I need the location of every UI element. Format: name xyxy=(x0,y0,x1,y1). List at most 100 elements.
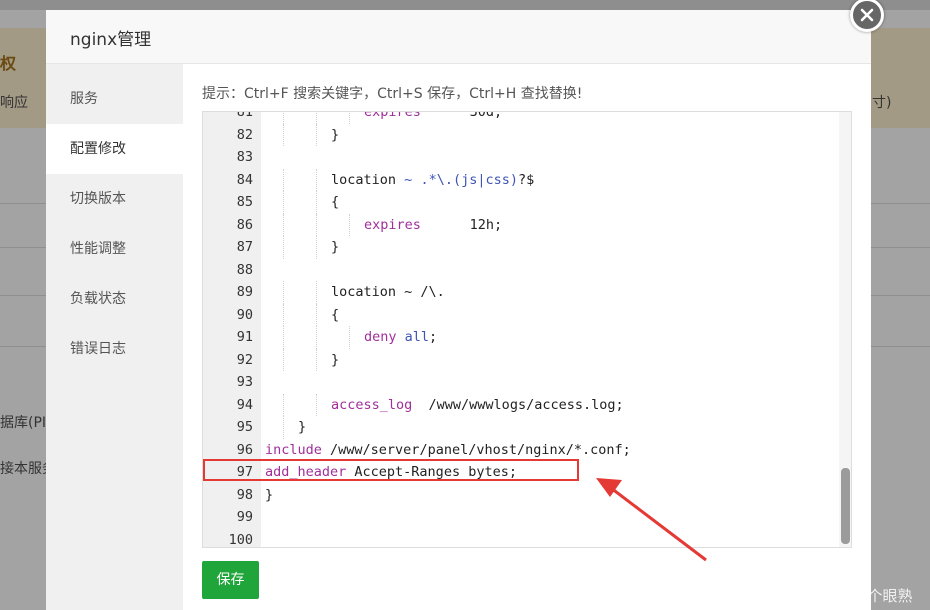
code-text: expires 12h; xyxy=(364,214,502,237)
code-line: 88 xyxy=(203,259,851,282)
code-editor[interactable]: 81 expires 30d; 82} 83 84 location ~ .*\.(js|… xyxy=(202,111,852,548)
code-line: 96 include /www/server/panel/vhost/nginx/… xyxy=(203,439,851,462)
background-divider xyxy=(871,346,930,347)
code-token: } xyxy=(331,239,340,255)
code-text: expires 30d; xyxy=(364,111,502,124)
indent-guide xyxy=(283,303,285,326)
sidebar-item-error-log[interactable]: 错误日志 xyxy=(46,324,183,374)
code-text: deny all; xyxy=(364,326,437,349)
editor-scrollbar-thumb[interactable] xyxy=(841,468,850,544)
code-text: location ~ /\. xyxy=(331,281,445,304)
code-token: access_log xyxy=(331,396,413,413)
code-line: 93 xyxy=(203,371,851,394)
code-line: 94 access_log /www/wwwlogs/access.log; xyxy=(203,393,851,417)
sidebar-item-config[interactable]: 配置修改 xyxy=(46,124,183,174)
modal-title: nginx管理 xyxy=(70,30,152,50)
indent-guide xyxy=(283,213,285,236)
line-number: 82 xyxy=(236,126,253,143)
line-number: 100 xyxy=(228,531,253,548)
line-number: 85 xyxy=(236,194,253,210)
background-item: 据库(PI xyxy=(0,415,47,431)
indent-guide xyxy=(283,123,285,146)
background-notice-right: 寸) xyxy=(872,95,892,111)
sidebar-item-version[interactable]: 切换版本 xyxy=(46,174,183,224)
code-token: all xyxy=(404,329,430,345)
code-token: expires xyxy=(364,111,421,120)
indent-guide xyxy=(349,326,351,349)
code-token: include xyxy=(265,441,322,458)
background-top-strip xyxy=(0,0,930,10)
indent-guide xyxy=(316,348,318,371)
indent-guide xyxy=(283,416,285,439)
line-number: 89 xyxy=(236,284,253,300)
code-token: } xyxy=(298,419,307,435)
background-notice-line: 响应 xyxy=(0,95,28,111)
code-line: 85 { xyxy=(203,191,851,214)
indent-guide xyxy=(283,191,285,214)
line-number: 84 xyxy=(236,171,253,188)
code-token: location ~ /\. xyxy=(331,284,445,300)
line-number: 86 xyxy=(236,216,253,233)
code-text: access_log /www/wwwlogs/access.log; xyxy=(331,394,624,417)
indent-guide xyxy=(283,326,285,349)
code-token: /www/wwwlogs/access.log; xyxy=(412,396,624,413)
nginx-modal: nginx管理 服务 配置修改 切换版本 性能调整 负载状态 错误日志 提示：C… xyxy=(46,10,871,610)
code-token: { xyxy=(331,306,340,323)
code-line: 91 deny all; xyxy=(203,326,851,349)
code-text: } xyxy=(298,416,306,439)
save-button[interactable]: 保存 xyxy=(202,561,259,599)
indent-guide xyxy=(283,168,285,191)
code-line: 98} xyxy=(203,484,851,507)
shortcut-hint: 提示：Ctrl+F 搜索关键字，Ctrl+S 保存，Ctrl+H 查找替换! xyxy=(202,86,583,102)
code-line: 89 location ~ /\. xyxy=(203,281,851,304)
indent-guide xyxy=(316,213,318,236)
line-number: 98 xyxy=(236,486,253,503)
indent-guide xyxy=(316,303,318,326)
code-token: } xyxy=(331,126,340,143)
code-line: 100 xyxy=(203,529,851,548)
background-divider xyxy=(0,295,46,296)
code-text: include /www/server/panel/vhost/nginx/*.… xyxy=(265,439,631,462)
code-token: ?$ xyxy=(517,171,535,188)
code-text: { xyxy=(331,304,339,327)
indent-guide xyxy=(283,236,285,259)
indent-guide xyxy=(283,393,285,416)
code-token: expires xyxy=(364,216,421,233)
sidebar-item-load-status[interactable]: 负载状态 xyxy=(46,274,183,324)
code-line: 81 expires 30d; xyxy=(203,111,851,124)
code-line: 84 location ~ .*\.(js|css)?$ xyxy=(203,168,851,192)
line-number: 83 xyxy=(236,149,253,165)
code-text: { xyxy=(331,191,339,214)
code-text: } xyxy=(331,349,339,372)
code-token: } xyxy=(331,351,340,368)
code-token: } xyxy=(265,486,274,503)
modal-header: nginx管理 xyxy=(46,10,871,64)
indent-guide xyxy=(316,168,318,191)
code-text: location ~ .*\.(js|css)?$ xyxy=(331,169,534,192)
background-divider xyxy=(871,247,930,248)
indent-guide xyxy=(283,281,285,304)
line-number: 95 xyxy=(236,419,253,435)
code-text: } xyxy=(331,236,339,259)
code-line: 82} xyxy=(203,123,851,146)
line-number: 92 xyxy=(236,351,253,368)
code-token: location xyxy=(331,171,405,188)
background-divider xyxy=(0,203,46,204)
indent-guide xyxy=(316,236,318,259)
indent-guide xyxy=(316,191,318,214)
line-number: 81 xyxy=(236,111,253,120)
sidebar: 服务 配置修改 切换版本 性能调整 负载状态 错误日志 xyxy=(46,64,183,610)
sidebar-item-service[interactable]: 服务 xyxy=(46,74,183,124)
code-token: 12h; xyxy=(420,216,503,233)
line-number: 88 xyxy=(236,261,253,278)
code-line: 86 expires 12h; xyxy=(203,213,851,237)
code-token: ; xyxy=(429,329,438,345)
sidebar-item-performance[interactable]: 性能调整 xyxy=(46,224,183,274)
indent-guide xyxy=(316,326,318,349)
close-icon xyxy=(860,8,874,22)
indent-guide xyxy=(283,112,285,124)
line-number: 90 xyxy=(236,306,253,323)
code-text: } xyxy=(265,484,273,507)
code-token: deny xyxy=(364,329,397,345)
